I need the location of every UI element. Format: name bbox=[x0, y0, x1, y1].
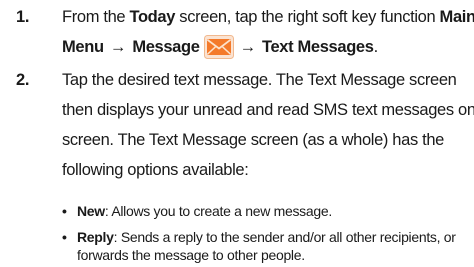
step-2-body: Tap the desired text message. The Text M… bbox=[62, 65, 474, 185]
step-1-line-2: Menu → Message → Text Messages. bbox=[62, 32, 470, 62]
arrow: → bbox=[239, 38, 257, 56]
step-1-line-1: From the Today screen, tap the right sof… bbox=[62, 2, 474, 32]
option-term: Reply bbox=[77, 229, 114, 245]
bullet-dot-icon: • bbox=[62, 229, 67, 245]
manual-page: 1. From the Today screen, tap the right … bbox=[0, 0, 474, 267]
option-description: forwards the message to other people. bbox=[77, 247, 305, 263]
list-item-text: Reply: Sends a reply to the sender and/o… bbox=[77, 228, 470, 264]
arrow: → bbox=[109, 38, 127, 56]
today-term: Today bbox=[129, 8, 176, 26]
option-term: New bbox=[77, 203, 105, 219]
step-2-line: then displays your unread and read SMS t… bbox=[62, 101, 474, 119]
text-messages-term: Text Messages bbox=[261, 38, 374, 56]
separator: : bbox=[113, 229, 121, 245]
text: screen, tap the right soft key function bbox=[175, 8, 440, 26]
message-term: Message bbox=[132, 38, 200, 56]
step-number: 2. bbox=[16, 71, 30, 89]
list-item-text: New: Allows you to create a new message. bbox=[77, 202, 470, 220]
step-number: 1. bbox=[16, 8, 30, 26]
period: . bbox=[373, 38, 379, 56]
bullet-dot-icon: • bbox=[62, 203, 67, 219]
step-2-line: Tap the desired text message. The Text M… bbox=[62, 71, 457, 89]
step-2-line: screen. The Text Message screen (as a wh… bbox=[62, 131, 444, 149]
envelope-icon bbox=[203, 35, 234, 59]
menu-term: Menu bbox=[62, 38, 104, 56]
option-description: Sends a reply to the sender and/or all o… bbox=[120, 229, 456, 245]
main-term: Main bbox=[439, 8, 474, 26]
option-description: Allows you to create a new message. bbox=[111, 203, 332, 219]
text: From the bbox=[62, 8, 130, 26]
step-1-body: From the Today screen, tap the right sof… bbox=[62, 2, 474, 62]
step-2-line: following options available: bbox=[62, 161, 249, 179]
